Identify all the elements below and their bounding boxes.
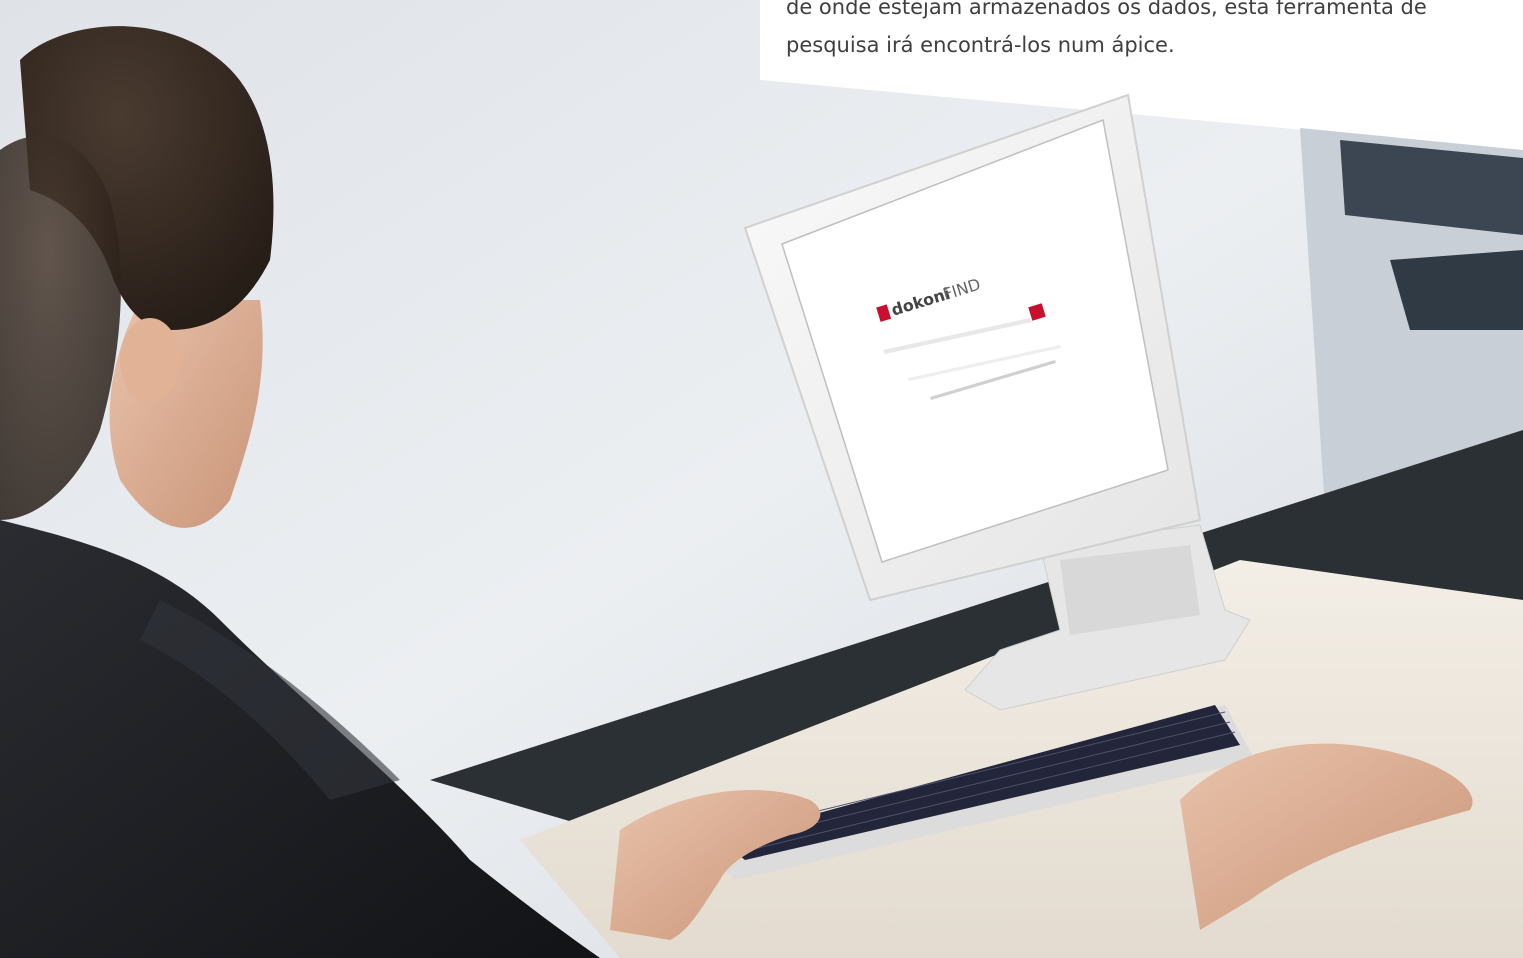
caption-line-2: pesquisa irá encontrá-los num ápice. <box>786 33 1175 57</box>
caption-text: de onde estejam armazenados os dados, es… <box>786 0 1466 64</box>
office-photo: dokoni FIND <box>0 0 1523 958</box>
page: dokoni FIND de onde estejam armazenados … <box>0 0 1523 958</box>
caption-line-1: de onde estejam armazenados os dados, es… <box>786 0 1427 19</box>
